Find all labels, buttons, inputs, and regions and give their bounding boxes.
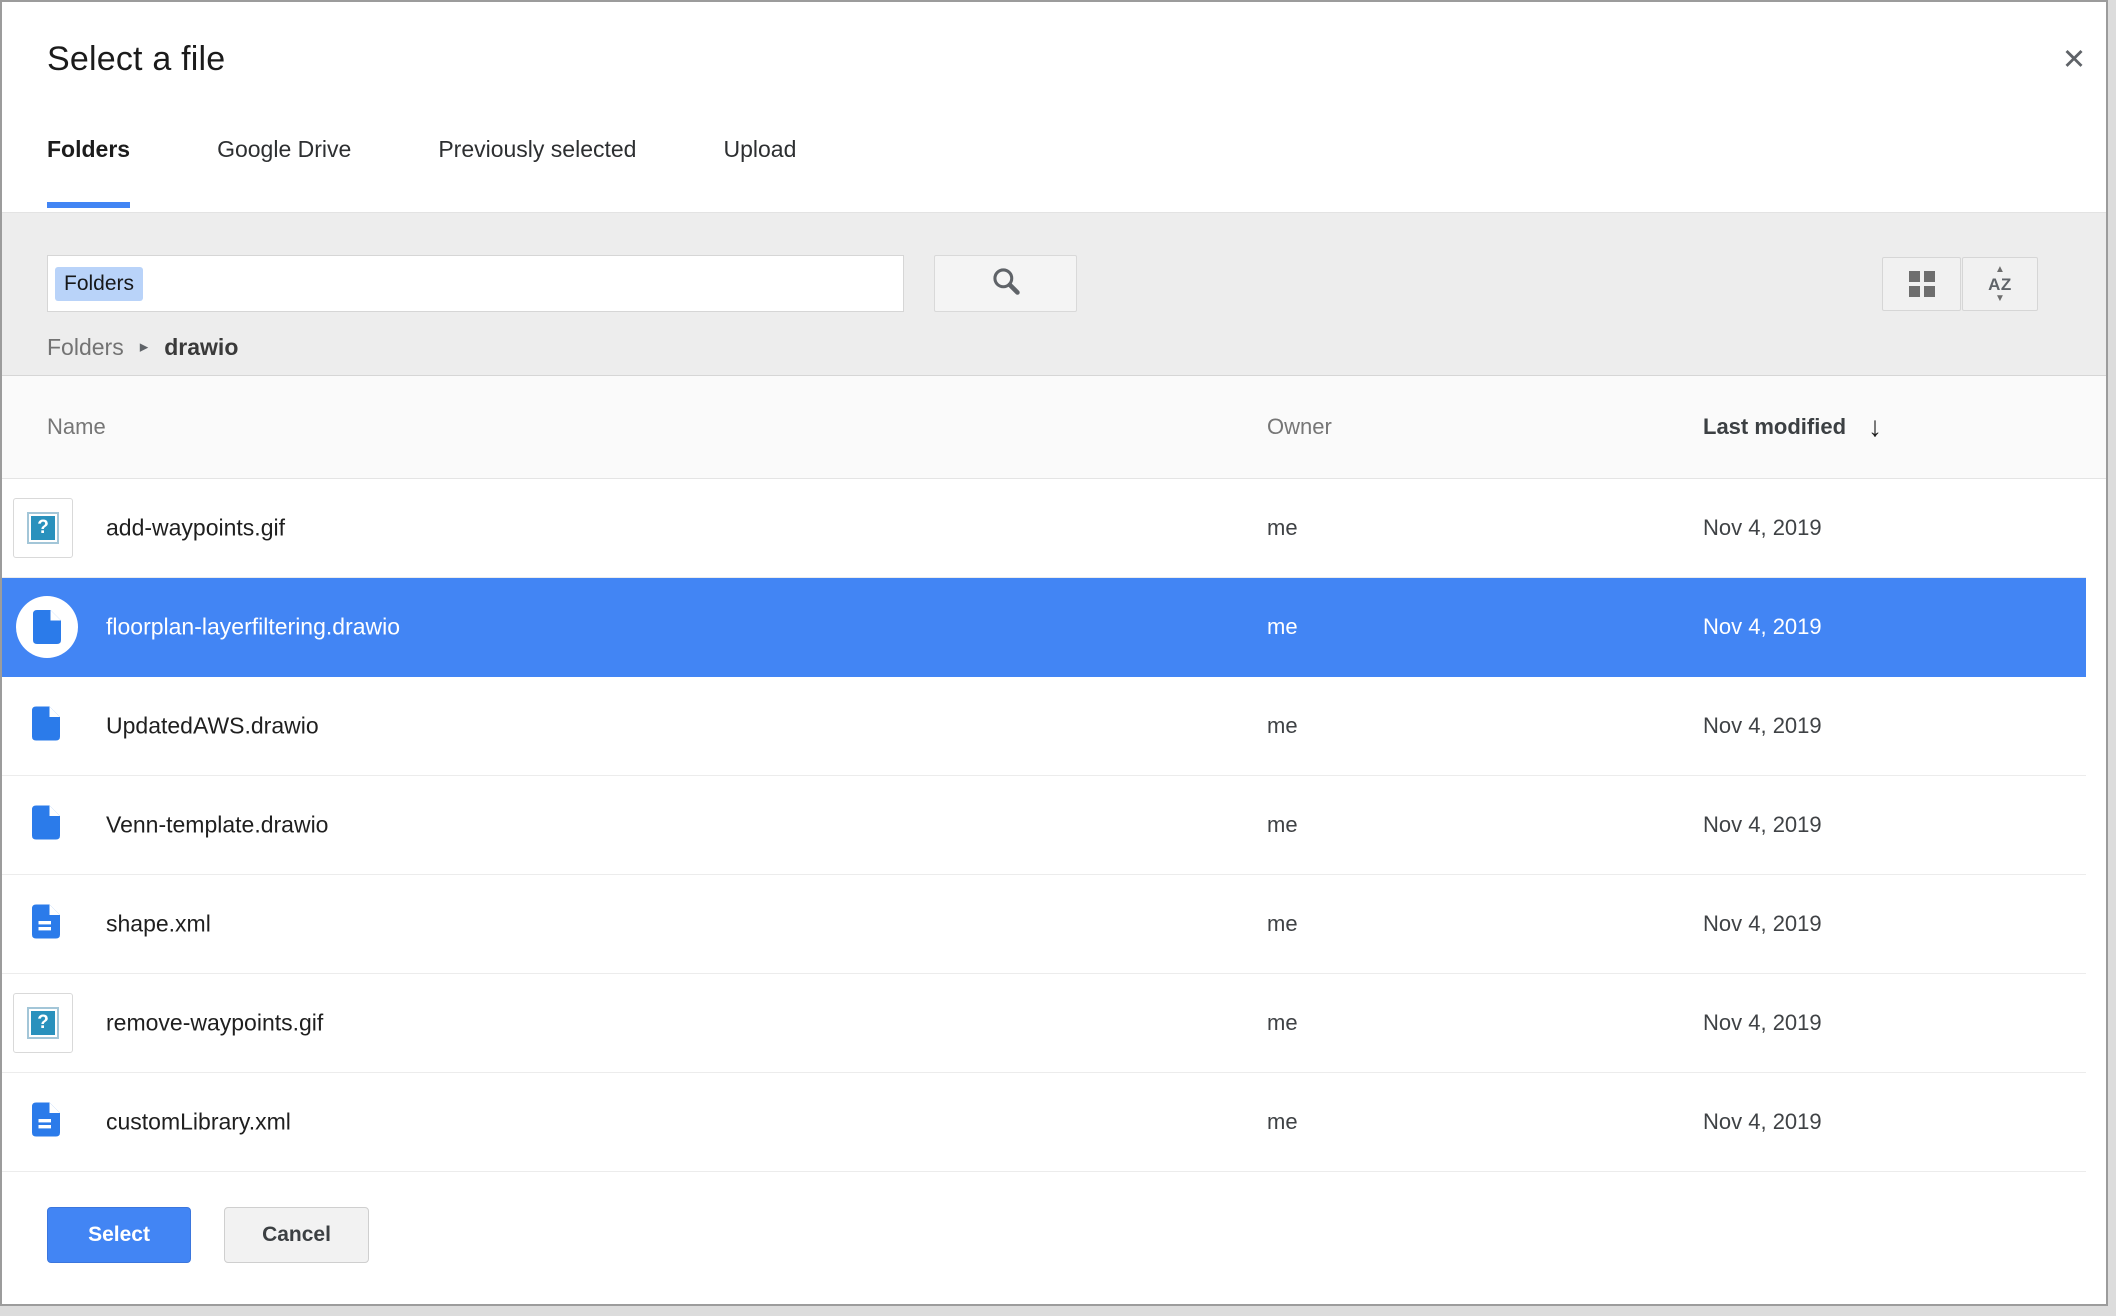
file-document-icon xyxy=(32,707,60,746)
select-button[interactable]: Select xyxy=(47,1207,191,1263)
tab-upload[interactable]: Upload xyxy=(723,136,796,208)
sort-az-button[interactable]: ▲ AZ ▼ xyxy=(1962,257,2038,311)
file-owner: me xyxy=(1267,713,1298,739)
breadcrumb-current: drawio xyxy=(164,334,238,361)
tab-bar: Folders Google Drive Previously selected… xyxy=(47,136,796,208)
tab-previously-selected[interactable]: Previously selected xyxy=(438,136,636,208)
page-title: Select a file xyxy=(47,40,225,79)
search-button[interactable] xyxy=(934,255,1077,312)
column-header-last-modified[interactable]: Last modified ↓ xyxy=(1703,411,1882,443)
file-modified: Nov 4, 2019 xyxy=(1703,812,1822,838)
file-name: floorplan-layerfiltering.drawio xyxy=(106,614,400,641)
file-owner: me xyxy=(1267,515,1298,541)
breadcrumb: Folders ▸ drawio xyxy=(47,329,238,365)
table-row[interactable]: shape.xml me Nov 4, 2019 xyxy=(2,875,2086,974)
file-owner: me xyxy=(1267,1109,1298,1135)
file-icon-cell: ? xyxy=(2,479,106,577)
grid-view-icon xyxy=(1909,271,1935,297)
column-header-owner[interactable]: Owner xyxy=(1267,414,1332,440)
file-table-body: ? add-waypoints.gif me N xyxy=(2,479,2086,1172)
table-row[interactable]: customLibrary.xml me Nov 4, 2019 xyxy=(2,1073,2086,1172)
file-icon-cell xyxy=(2,875,106,973)
file-modified: Nov 4, 2019 xyxy=(1703,515,1822,541)
file-modified: Nov 4, 2019 xyxy=(1703,713,1822,739)
file-modified: Nov 4, 2019 xyxy=(1703,614,1822,640)
table-row[interactable]: UpdatedAWS.drawio me Nov 4, 2019 xyxy=(2,677,2086,776)
file-owner: me xyxy=(1267,911,1298,937)
tab-folders[interactable]: Folders xyxy=(47,136,130,208)
file-name: add-waypoints.gif xyxy=(106,515,285,542)
close-icon[interactable]: ✕ xyxy=(2054,40,2094,80)
file-name: shape.xml xyxy=(106,911,211,938)
toolbar: Folders ▲ AZ ▼ Folders ▸ drawio xyxy=(2,212,2106,376)
table-row[interactable]: floorplan-layerfiltering.drawio me Nov 4… xyxy=(2,578,2086,677)
column-header-last-modified-label: Last modified xyxy=(1703,414,1846,440)
file-document-icon xyxy=(32,905,60,944)
image-placeholder-icon: ? xyxy=(13,498,73,558)
tab-google-drive[interactable]: Google Drive xyxy=(217,136,351,208)
file-name: customLibrary.xml xyxy=(106,1109,291,1136)
file-icon-cell xyxy=(2,677,106,775)
table-row[interactable]: Venn-template.drawio me Nov 4, 2019 xyxy=(2,776,2086,875)
file-document-icon xyxy=(32,1103,60,1142)
file-icon-cell xyxy=(2,776,106,874)
file-modified: Nov 4, 2019 xyxy=(1703,1010,1822,1036)
file-owner: me xyxy=(1267,1010,1298,1036)
table-row[interactable]: ? remove-waypoints.gif me xyxy=(2,974,2086,1073)
search-icon xyxy=(990,265,1022,302)
file-name: remove-waypoints.gif xyxy=(106,1010,323,1037)
file-icon-cell xyxy=(2,1073,106,1171)
search-input-selected-text: Folders xyxy=(55,267,143,301)
search-input[interactable]: Folders xyxy=(47,255,904,312)
breadcrumb-arrow-icon: ▸ xyxy=(140,337,149,357)
file-icon-cell xyxy=(2,578,106,676)
file-name: UpdatedAWS.drawio xyxy=(106,713,319,740)
table-row[interactable]: ? add-waypoints.gif me N xyxy=(2,479,2086,578)
file-document-icon xyxy=(32,806,60,845)
column-header-name[interactable]: Name xyxy=(47,414,106,440)
selected-file-circle-icon xyxy=(16,596,78,658)
sort-az-icon: ▲ AZ ▼ xyxy=(1988,265,2012,304)
select-file-dialog: Select a file ✕ Folders Google Drive Pre… xyxy=(0,0,2108,1306)
sort-desc-arrow-icon: ↓ xyxy=(1868,411,1882,443)
image-placeholder-icon: ? xyxy=(13,993,73,1053)
file-modified: Nov 4, 2019 xyxy=(1703,911,1822,937)
file-icon-cell: ? xyxy=(2,974,106,1072)
table-header: Name Owner Last modified ↓ xyxy=(2,376,2106,479)
file-name: Venn-template.drawio xyxy=(106,812,328,839)
breadcrumb-root[interactable]: Folders xyxy=(47,334,124,361)
grid-view-button[interactable] xyxy=(1882,257,1961,311)
file-modified: Nov 4, 2019 xyxy=(1703,1109,1822,1135)
cancel-button[interactable]: Cancel xyxy=(224,1207,369,1263)
file-owner: me xyxy=(1267,812,1298,838)
file-owner: me xyxy=(1267,614,1298,640)
